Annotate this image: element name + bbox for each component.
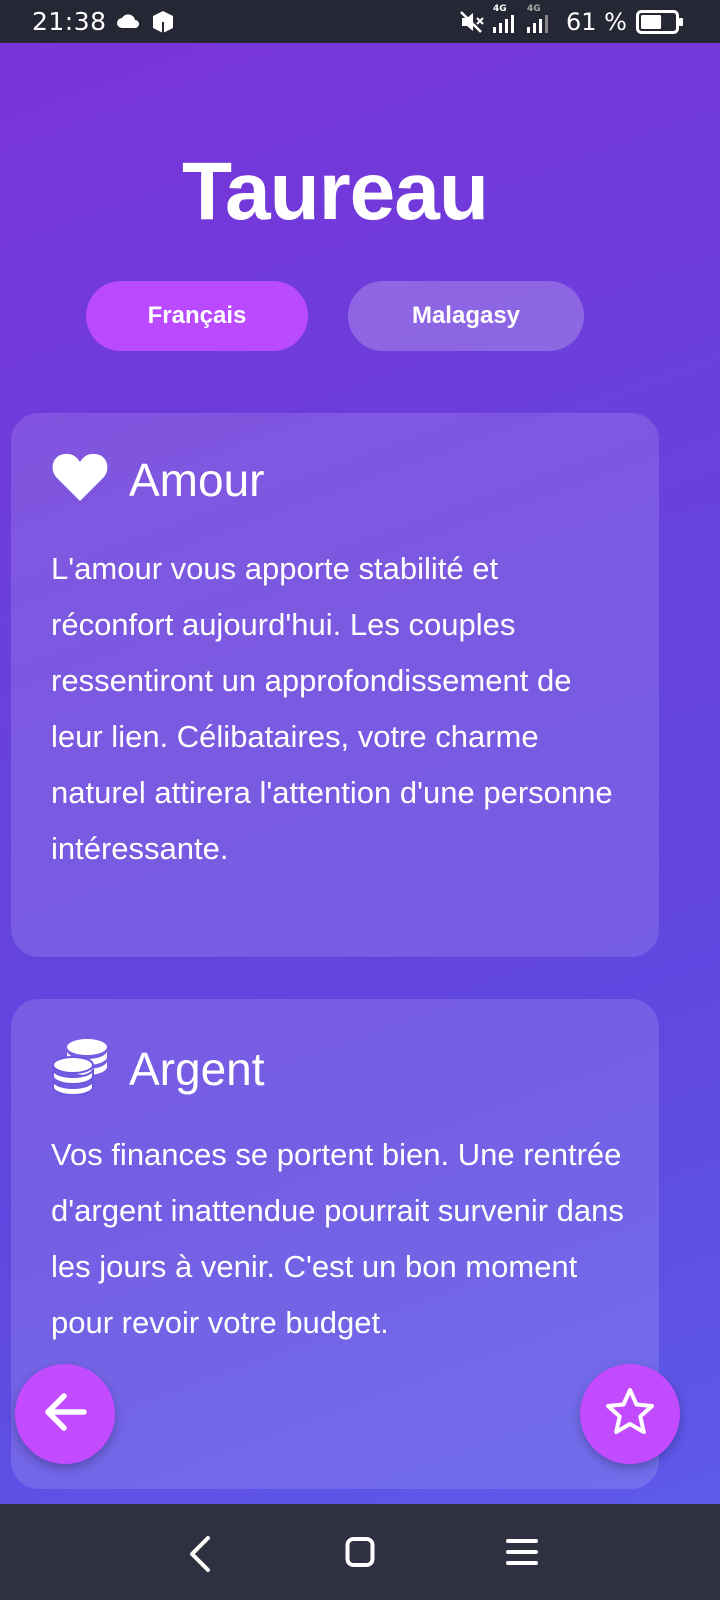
shield-icon	[152, 10, 174, 38]
back-button[interactable]	[15, 1364, 115, 1464]
nav-menu-icon[interactable]	[506, 1536, 538, 1573]
battery-icon	[636, 10, 684, 38]
language-malagasy-button[interactable]: Malagasy	[348, 281, 584, 351]
nav-back-icon[interactable]	[188, 1536, 212, 1577]
system-nav-bar	[0, 1504, 720, 1600]
coins-icon	[51, 1037, 109, 1100]
card-title: Argent	[129, 1042, 265, 1095]
favorite-button[interactable]	[580, 1364, 680, 1464]
love-card: Amour L'amour vous apporte stabilité et …	[11, 413, 659, 957]
arrow-left-icon	[42, 1392, 88, 1437]
language-french-button[interactable]: Français	[86, 281, 308, 351]
card-text: Vos finances se portent bien. Une rentré…	[51, 1137, 624, 1340]
battery-percent: 61 %	[566, 8, 627, 36]
network-type-label: 4G	[527, 4, 541, 14]
card-text: L'amour vous apporte stabilité et réconf…	[51, 551, 613, 866]
signal-icon: 4G	[491, 3, 521, 39]
status-bar: 21:38 4G 4G 61 %	[0, 0, 720, 43]
card-header: Amour	[51, 451, 264, 508]
card-title: Amour	[129, 453, 265, 506]
heart-icon	[51, 451, 109, 508]
page-title: Taureau	[182, 146, 489, 237]
star-icon	[604, 1387, 656, 1442]
cloud-icon	[116, 13, 140, 33]
status-time: 21:38	[32, 7, 107, 36]
mute-icon	[459, 10, 485, 38]
main-content[interactable]: Taureau Français Malagasy Amour L'amour …	[0, 43, 720, 1504]
nav-home-icon[interactable]	[345, 1536, 375, 1573]
card-header: Argent	[51, 1037, 265, 1100]
network-type-label: 4G	[493, 4, 507, 14]
signal-icon: 4G	[525, 3, 555, 39]
